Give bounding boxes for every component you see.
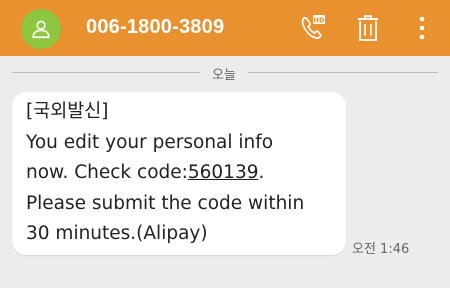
delete-button[interactable] (348, 8, 388, 48)
verification-code-link[interactable]: 560139 (188, 162, 259, 183)
message-line: now. Check code:560139. (26, 158, 344, 189)
app-bar: 006-1800-3809 HD (0, 0, 450, 56)
divider-line (248, 72, 438, 73)
message-line: [국외발신] (26, 101, 109, 122)
contact-phone-number: 006-1800-3809 (86, 16, 225, 38)
message-text-segment: . (258, 162, 265, 184)
divider-line (12, 72, 200, 73)
more-options-button[interactable] (402, 8, 442, 48)
message-text-segment: now. Check code: (26, 162, 188, 184)
message-timestamp: 오전 1:46 (352, 242, 410, 257)
message-bubble[interactable]: [국외발신] You edit your personal info now. … (12, 92, 346, 255)
message-line: You edit your personal info (26, 131, 274, 153)
trash-icon (358, 15, 378, 41)
date-label: 오늘 (212, 68, 236, 83)
hd-call-icon: HD (301, 15, 326, 39)
date-divider: 오늘 (0, 61, 450, 85)
call-button[interactable]: HD (293, 8, 333, 48)
more-vert-icon (419, 16, 425, 40)
message-line: 30 minutes.(Alipay) (26, 223, 208, 245)
svg-text:HD: HD (314, 16, 326, 24)
contact-avatar[interactable] (21, 9, 61, 49)
message-text: [국외발신] You edit your personal info now. … (26, 97, 344, 250)
message-line: Please submit the code within (26, 192, 305, 214)
person-icon (32, 20, 50, 39)
